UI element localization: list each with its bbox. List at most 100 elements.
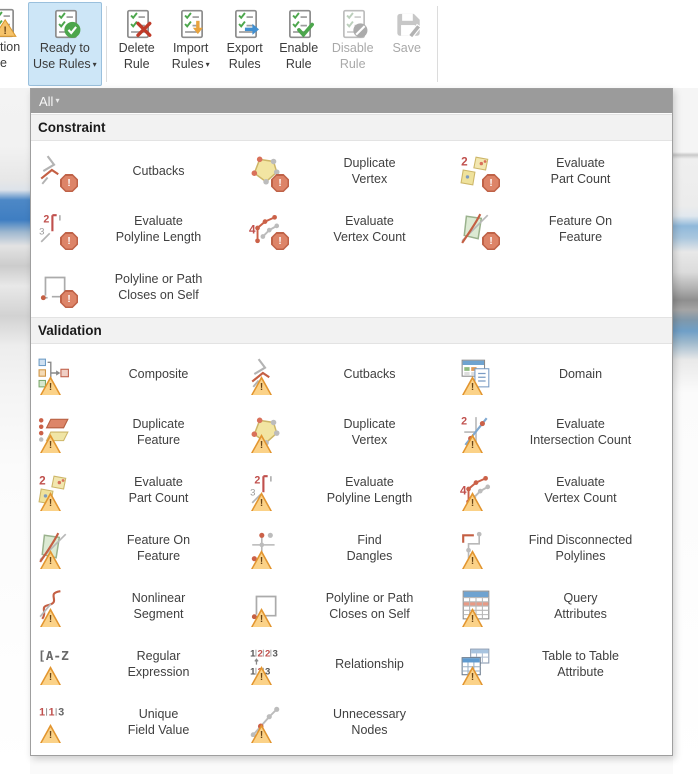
duplicate-feature-icon: !	[38, 415, 74, 453]
rule-item-query-attributes[interactable]: ! Query Attributes	[457, 577, 668, 635]
svg-text:3: 3	[272, 649, 277, 660]
rule-item-find-dangles[interactable]: ! Find Dangles	[246, 519, 457, 577]
rule-item-table-to-table-attribute[interactable]: ! Table to Table Attribute	[457, 635, 668, 693]
rule-item-duplicate-feature[interactable]: ! Duplicate Feature	[35, 403, 246, 461]
rule-item-evaluate-vertex-count[interactable]: 4! Evaluate Vertex Count	[246, 200, 457, 258]
toolbar-button-label: Delete Rule	[118, 41, 155, 71]
svg-text:2: 2	[265, 649, 270, 660]
save-icon	[392, 8, 422, 39]
rules-filter-all-dropdown[interactable]: All ▾	[31, 89, 672, 114]
rule-item-unique-field-value[interactable]: 1 1 3! Unique Field Value	[35, 693, 246, 751]
svg-text:2: 2	[39, 475, 46, 488]
find-dangles-icon: !	[249, 531, 285, 569]
badge-exclamation: !	[61, 175, 77, 191]
rule-item-label: Composite	[128, 366, 189, 381]
unique-field-value-icon: 1 1 3!	[38, 705, 74, 743]
rules-toolbar: ! tion e Ready to Use Rules ▾ Delete Rule I…	[0, 0, 698, 88]
rule-item-duplicate-vertex[interactable]: ! Duplicate Vertex	[246, 142, 457, 200]
feature-on-feature-icon: !	[38, 531, 74, 569]
rule-item-cutbacks[interactable]: ! Cutbacks	[35, 142, 246, 200]
rule-item-label: Regular Expression	[127, 648, 190, 679]
rule-item-nonlinear-segment[interactable]: ! Nonlinear Segment	[35, 577, 246, 635]
rule-item-label: Table to Table Attribute	[542, 648, 619, 679]
rule-item-domain[interactable]: ! Domain	[457, 345, 668, 403]
domain-icon: !	[460, 357, 496, 395]
rule-item-cutbacks[interactable]: ! Cutbacks	[246, 345, 457, 403]
rule-item-find-disconnected-polylines[interactable]: ! Find Disconnected Polylines	[457, 519, 668, 577]
toolbar-button-label: tion e	[0, 40, 21, 70]
rule-item-label: Cutbacks	[132, 163, 185, 178]
rule-item-evaluate-vertex-count[interactable]: 4! Evaluate Vertex Count	[457, 461, 668, 519]
section-header-validation: Validation	[31, 317, 672, 344]
evaluate-polyline-length-icon: 2 3!	[249, 473, 285, 511]
rule-item-label: Evaluate Vertex Count	[333, 213, 406, 244]
dropdown-arrow-icon: ▾	[205, 60, 210, 69]
badge-exclamation: !	[483, 175, 499, 191]
rule-item-label: Evaluate Intersection Count	[529, 416, 632, 447]
nonlinear-segment-icon: !	[38, 589, 74, 627]
cutbacks-icon: !	[249, 357, 285, 395]
svg-text:2: 2	[461, 156, 468, 169]
evaluate-vertex-count-icon: 4!	[460, 473, 496, 511]
screen: ! tion e Ready to Use Rules ▾ Delete Rule I…	[0, 0, 698, 774]
toolbar-button-import-rules[interactable]: Import Rules ▾	[165, 2, 217, 86]
regular-expression-icon: [A-Z]!	[38, 647, 74, 685]
rule-item-duplicate-vertex[interactable]: ! Duplicate Vertex	[246, 403, 457, 461]
evaluate-part-count-icon: 2!	[460, 154, 500, 192]
rule-item-polyline-or-path-closes-on-self[interactable]: ! Polyline or Path Closes on Self	[246, 577, 457, 635]
rule-grid-constraint: ! Cutbacks ! Duplicate Vertex 2! Evaluate Par…	[31, 141, 672, 317]
toolbar-button-export-rules[interactable]: Export Rules	[219, 2, 271, 86]
toolbar-button-label: Save	[392, 41, 421, 55]
disable-rule-icon	[338, 8, 368, 39]
constraint-badge-icon: !	[271, 232, 289, 250]
rule-item-composite[interactable]: ! Composite	[35, 345, 246, 403]
rule-item-evaluate-polyline-length[interactable]: 2 3! Evaluate Polyline Length	[35, 200, 246, 258]
toolbar-button-enable-rule[interactable]: Enable Rule	[273, 2, 325, 86]
toolbar-button-label: Ready to Use Rules	[33, 41, 91, 71]
svg-text:1: 1	[39, 707, 45, 719]
rule-item-relationship[interactable]: 1223123!Relationship	[246, 635, 457, 693]
rule-item-evaluate-part-count[interactable]: 2! Evaluate Part Count	[35, 461, 246, 519]
toolbar-button-delete-rule[interactable]: Delete Rule	[111, 2, 163, 86]
background-right-strip	[673, 88, 698, 774]
rule-item-label: Evaluate Part Count	[128, 474, 189, 505]
toolbar-button-cut-validation-rule[interactable]: ! tion e	[0, 2, 27, 86]
constraint-badge-icon: !	[482, 174, 500, 192]
rule-item-polyline-or-path-closes-on-self[interactable]: ! Polyline or Path Closes on Self	[35, 258, 246, 316]
cutbacks-icon: !	[38, 154, 78, 192]
rule-item-label: Unnecessary Nodes	[333, 706, 406, 737]
rule-item-label: Cutbacks	[343, 366, 396, 381]
toolbar-button-label: Import Rules	[171, 41, 209, 71]
section-header-constraint: Constraint	[31, 114, 672, 141]
badge-exclamation: !	[272, 175, 288, 191]
enable-rule-icon	[284, 8, 314, 39]
rule-item-feature-on-feature[interactable]: ! Feature On Feature	[35, 519, 246, 577]
rule-item-label: Feature On Feature	[126, 532, 191, 563]
rule-item-evaluate-part-count[interactable]: 2! Evaluate Part Count	[457, 142, 668, 200]
rule-item-label: Evaluate Polyline Length	[326, 474, 413, 505]
toolbar-button-label: Enable Rule	[279, 41, 319, 71]
feature-on-feature-icon: !	[460, 212, 500, 250]
rule-item-evaluate-polyline-length[interactable]: 2 3! Evaluate Polyline Length	[246, 461, 457, 519]
svg-text:2: 2	[43, 214, 49, 226]
rule-item-unnecessary-nodes[interactable]: ! Unnecessary Nodes	[246, 693, 457, 751]
rule-item-feature-on-feature[interactable]: ! Feature On Feature	[457, 200, 668, 258]
svg-text:3: 3	[39, 226, 44, 237]
evaluate-vertex-count-icon: 4!	[249, 212, 289, 250]
ready-to-use-rules-dropdown-panel: All ▾ Constraint! Cutbacks ! Duplicate Vert…	[30, 88, 673, 756]
ready-rules-icon	[50, 8, 81, 39]
rule-item-regular-expression[interactable]: [A-Z]! Regular Expression	[35, 635, 246, 693]
export-rules-icon	[230, 8, 260, 39]
table-to-table-attribute-icon: !	[460, 647, 496, 685]
svg-text:4: 4	[460, 484, 467, 497]
toolbar-separator	[105, 6, 107, 82]
toolbar-separator	[436, 6, 438, 82]
query-attributes-icon: !	[460, 589, 496, 627]
rule-item-evaluate-intersection-count[interactable]: 2! Evaluate Intersection Count	[457, 403, 668, 461]
svg-text:2: 2	[254, 475, 260, 487]
rule-item-label: Relationship	[335, 656, 404, 671]
svg-text:3: 3	[250, 487, 255, 498]
composite-icon: !	[38, 357, 74, 395]
toolbar-button-ready-to-use-rules[interactable]: Ready to Use Rules ▾	[28, 2, 102, 86]
evaluate-polyline-length-icon: 2 3!	[38, 212, 78, 250]
